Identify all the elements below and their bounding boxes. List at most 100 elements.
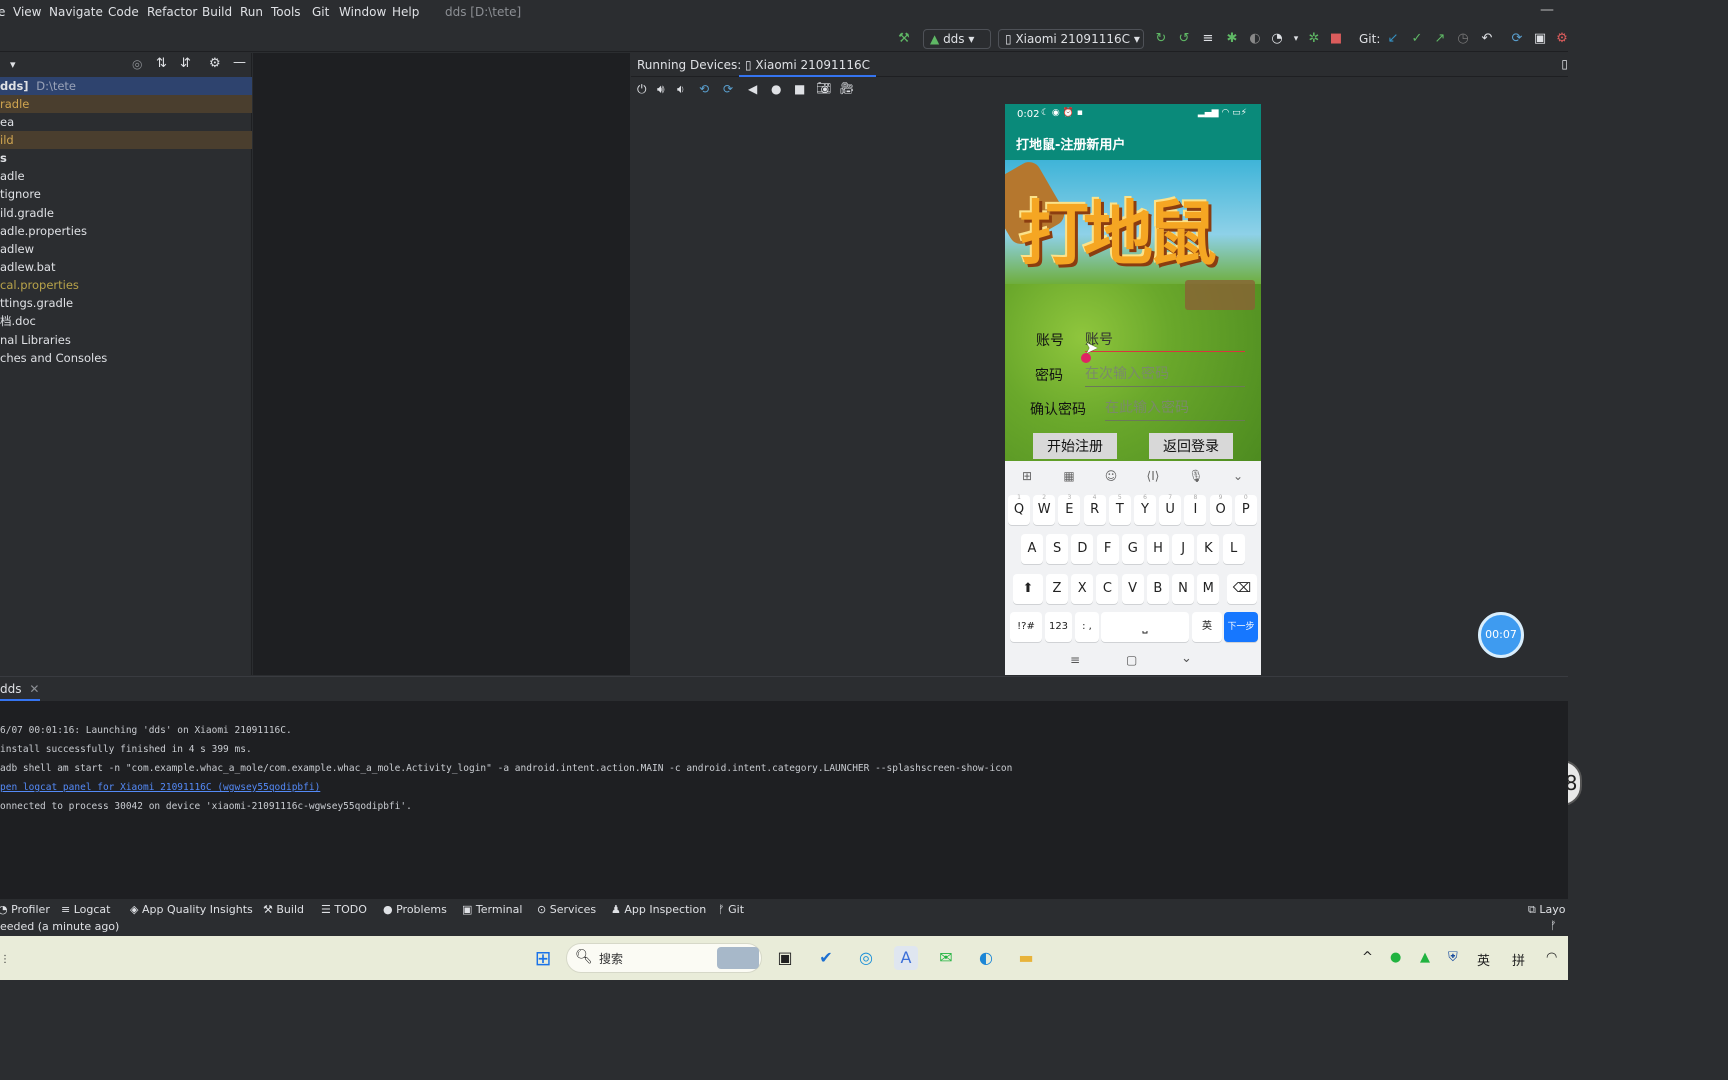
run-tab[interactable]: dds ✕	[0, 677, 40, 701]
key-o[interactable]: 9O	[1209, 494, 1232, 525]
key-s[interactable]: S	[1046, 534, 1069, 564]
browser-app-icon[interactable]: ◎	[854, 946, 878, 970]
apply-code-changes-icon[interactable]: ↺	[1176, 31, 1192, 47]
menu-item-window[interactable]: Window	[339, 5, 386, 19]
volume-up-icon[interactable]: 🔊︎	[657, 82, 665, 97]
taskbar-search-box[interactable]: 🔍︎ 搜索	[566, 943, 762, 973]
confirm-password-input[interactable]	[1105, 397, 1245, 419]
mic-icon[interactable]: 🎙︎	[1186, 469, 1206, 483]
tree-item[interactable]: tignore	[0, 185, 252, 203]
profiler-icon[interactable]: ◔	[1269, 31, 1285, 47]
key-b[interactable]: B	[1146, 574, 1169, 604]
tree-item[interactable]: adle.properties	[0, 222, 252, 240]
key-r[interactable]: 4R	[1083, 494, 1106, 525]
tray-language-pinyin[interactable]: 拼	[1512, 950, 1525, 969]
apps-grid-icon[interactable]: ⊞	[1017, 469, 1037, 483]
settings-icon[interactable]: ⚙	[1554, 31, 1570, 47]
key-g[interactable]: G	[1121, 534, 1144, 564]
menu-item-view[interactable]: View	[13, 5, 41, 19]
recording-timer-button[interactable]: 00:07	[1478, 612, 1524, 658]
nav-home-icon[interactable]: ▢	[1126, 653, 1137, 667]
tree-item[interactable]: cal.properties	[0, 276, 252, 294]
key-q[interactable]: 1Q	[1008, 494, 1030, 525]
locate-icon[interactable]: ◎	[132, 57, 142, 71]
menu-item-navigate[interactable]: Navigate	[49, 5, 103, 19]
tool-window-build[interactable]: ⚒ Build	[263, 903, 304, 916]
attach-debugger-icon[interactable]: ◐	[1247, 31, 1263, 47]
tool-window-todo[interactable]: ☰ TODO	[321, 903, 367, 916]
tree-item[interactable]: radle	[0, 95, 252, 113]
tray-android-icon[interactable]: ▲	[1420, 950, 1430, 965]
back-to-login-button[interactable]: 返回登录	[1149, 433, 1233, 459]
key-z[interactable]: Z	[1046, 574, 1068, 604]
git-branch-icon[interactable]: ᚠ	[1550, 919, 1557, 932]
git-commit-icon[interactable]: ✓	[1409, 31, 1425, 47]
nav-back-icon[interactable]: ⌄	[1181, 651, 1192, 666]
overview-icon[interactable]: ■	[794, 82, 805, 96]
tray-wechat-icon[interactable]: ●	[1390, 950, 1401, 965]
menu-item-refactor[interactable]: Refactor	[147, 5, 197, 19]
tool-window-logcat[interactable]: ≡ Logcat	[61, 903, 110, 916]
symbols-key[interactable]: !?#	[1010, 612, 1042, 642]
windows-start-icon[interactable]: ⊞	[531, 946, 555, 970]
space-key[interactable]: ⎵	[1101, 612, 1189, 642]
next-key[interactable]: 下一步	[1224, 612, 1258, 642]
key-y[interactable]: 6Y	[1134, 494, 1156, 525]
collapse-all-icon[interactable]: ⇵	[180, 56, 191, 71]
tool-window-services[interactable]: ⊙ Services	[537, 903, 596, 916]
key-l[interactable]: L	[1222, 534, 1245, 564]
back-icon[interactable]: ◀	[748, 82, 757, 96]
tool-window-app-inspection[interactable]: ♟ App Inspection	[611, 903, 706, 916]
rollback-icon[interactable]: ↶	[1479, 31, 1495, 47]
tree-item[interactable]: ches and Consoles	[0, 349, 252, 367]
hammer-icon[interactable]: ⚒	[896, 31, 912, 47]
tray-shield-icon[interactable]: ⛨	[1448, 950, 1458, 965]
tree-item[interactable]: adlew	[0, 240, 252, 258]
chevron-down-icon[interactable]: ▾	[1288, 31, 1304, 47]
wifi-icon[interactable]: ◠	[1546, 950, 1557, 965]
gear-icon[interactable]: ⚙	[209, 56, 221, 71]
tree-item[interactable]: adle	[0, 167, 252, 185]
volume-down-icon[interactable]: 🔉︎	[677, 82, 685, 97]
key-u[interactable]: 7U	[1159, 494, 1182, 525]
git-push-icon[interactable]: ↗	[1432, 31, 1448, 47]
account-input[interactable]	[1085, 328, 1245, 350]
key-h[interactable]: H	[1147, 534, 1169, 564]
edge-browser-icon[interactable]: ◐	[974, 946, 998, 970]
record-video-icon[interactable]: 🎥︎	[839, 81, 854, 95]
password-input[interactable]	[1085, 363, 1245, 385]
collapse-keyboard-icon[interactable]: ⌄	[1228, 469, 1248, 483]
device-select[interactable]: ▯ Xiaomi 21091116C ▾	[998, 29, 1144, 49]
tree-item[interactable]: 档.doc	[0, 312, 252, 330]
keyboard-layout-icon[interactable]: ▦	[1059, 469, 1079, 483]
tool-window-profiler[interactable]: ◔ Profiler	[0, 903, 50, 916]
minimize-window-icon[interactable]: —	[1540, 2, 1554, 18]
layout-icon[interactable]: ▯	[1561, 57, 1568, 71]
tree-item[interactable]: ild.gradle	[0, 204, 252, 222]
file-explorer-icon[interactable]: ▬	[1014, 946, 1038, 970]
rotate-right-icon[interactable]: ⟳	[723, 82, 733, 96]
key-k[interactable]: K	[1197, 534, 1220, 564]
close-icon[interactable]: ✕	[29, 682, 39, 696]
menu-item-tools[interactable]: Tools	[271, 5, 301, 19]
history-icon[interactable]: ◷	[1455, 31, 1471, 47]
task-view-icon[interactable]: ▣	[773, 946, 797, 970]
hide-panel-icon[interactable]: —	[233, 55, 246, 70]
cursor-move-icon[interactable]: ⟨I⟩	[1143, 469, 1163, 483]
register-button[interactable]: 开始注册	[1033, 433, 1117, 459]
tool-window-layout[interactable]: ⧉ Layo	[1528, 903, 1565, 917]
key-p[interactable]: 0P	[1234, 494, 1257, 525]
tree-item[interactable]: ild	[0, 131, 252, 149]
stop-icon[interactable]: ■	[1328, 31, 1344, 47]
tool-window-git[interactable]: ᚠ Git	[718, 903, 744, 916]
menu-item-build[interactable]: Build	[202, 5, 232, 19]
menu-item-file-partial[interactable]: e	[0, 5, 5, 19]
key-x[interactable]: X	[1071, 574, 1094, 604]
logcat-link[interactable]: pen logcat panel for Xiaomi 21091116C (w…	[0, 782, 320, 793]
phone-screen[interactable]: 0:02 ☾ ◉ ⏰ ▪ ▂▄▆ ◠ ▭⚡ 打地鼠-注册新用户 打地鼠 账号 密…	[1005, 104, 1261, 675]
tree-item[interactable]: s	[0, 149, 252, 167]
coverage-icon[interactable]: ≡	[1200, 31, 1216, 47]
shift-key[interactable]: ⬆	[1013, 574, 1043, 604]
rotate-left-icon[interactable]: ⟲	[699, 82, 709, 96]
key-v[interactable]: V	[1121, 574, 1144, 604]
